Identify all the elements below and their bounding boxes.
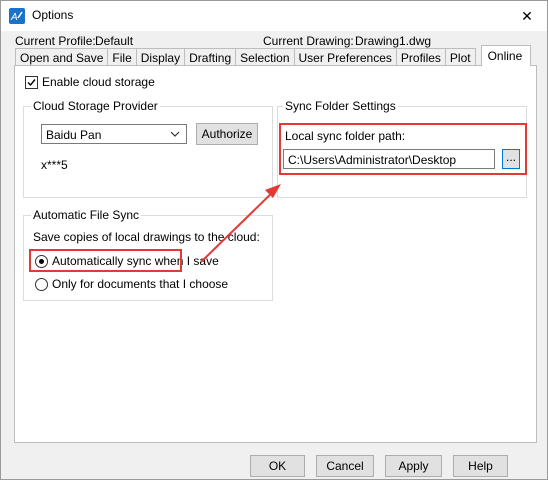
- svg-text:A: A: [10, 12, 18, 23]
- help-button[interactable]: Help: [453, 455, 508, 477]
- ok-button-label: OK: [268, 459, 287, 473]
- cancel-button[interactable]: Cancel: [316, 455, 374, 477]
- options-dialog: A Options ✕ Current Profile: Default Cur…: [0, 0, 548, 480]
- window-title: Options: [32, 8, 74, 22]
- app-icon: A: [9, 8, 25, 24]
- tab-display[interactable]: Display: [135, 48, 186, 66]
- close-button[interactable]: ✕: [507, 1, 547, 31]
- cancel-button-label: Cancel: [326, 459, 364, 473]
- current-profile-value: Default: [95, 34, 134, 48]
- help-button-label: Help: [468, 459, 493, 473]
- current-profile-label: Current Profile:: [15, 34, 96, 48]
- tab-profiles[interactable]: Profiles: [395, 48, 446, 66]
- current-drawing-label: Current Drawing:: [263, 34, 354, 48]
- tab-user-preferences[interactable]: User Preferences: [293, 48, 397, 66]
- annotation-arrow: [200, 184, 281, 263]
- ok-button[interactable]: OK: [250, 455, 305, 477]
- title-bar: A Options ✕: [1, 1, 547, 31]
- tab-file[interactable]: File: [107, 48, 137, 66]
- tab-plot[interactable]: Plot: [444, 48, 476, 66]
- tab-selection[interactable]: Selection: [235, 48, 295, 66]
- tab-online[interactable]: Online: [480, 45, 532, 66]
- apply-button[interactable]: Apply: [385, 455, 442, 477]
- tab-strip: Open and Save File Display Drafting Sele…: [15, 45, 532, 66]
- tab-open-and-save[interactable]: Open and Save: [15, 48, 109, 66]
- apply-button-label: Apply: [398, 459, 429, 473]
- current-drawing-value: Drawing1.dwg: [355, 34, 432, 48]
- online-tab-panel: Enable cloud storage Cloud Storage Provi…: [14, 65, 537, 443]
- close-icon: ✕: [521, 7, 533, 24]
- tab-drafting[interactable]: Drafting: [184, 48, 237, 66]
